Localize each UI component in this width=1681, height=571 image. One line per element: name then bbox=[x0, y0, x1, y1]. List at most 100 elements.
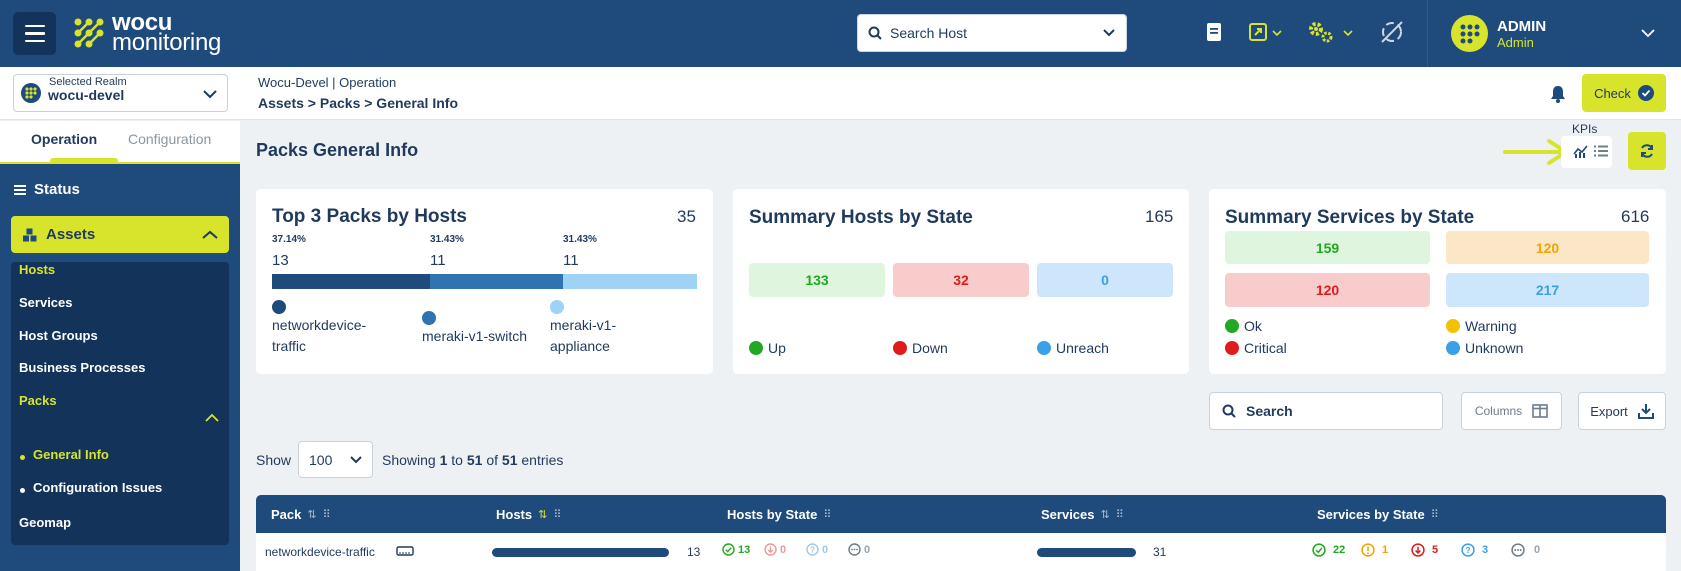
breadcrumb-context: Wocu-Devel | Operation bbox=[258, 75, 397, 90]
search-host-input[interactable]: Search Host bbox=[857, 14, 1127, 52]
column-header-pack[interactable]: Pack ⇅ ⠿ bbox=[271, 507, 331, 522]
check-label: Check bbox=[1594, 85, 1631, 101]
realm-value: wocu-devel bbox=[48, 87, 125, 103]
column-header-services-by-state[interactable]: Services by State ⠿ bbox=[1317, 507, 1439, 522]
drag-handle-icon: ⠿ bbox=[1430, 509, 1439, 521]
sidebar-item-geomap[interactable]: Geomap bbox=[19, 515, 71, 530]
realm-icon bbox=[21, 83, 41, 103]
app-logo[interactable]: wocu monitoring bbox=[72, 11, 221, 55]
gears-icon[interactable] bbox=[1307, 20, 1335, 44]
page-size-value: 100 bbox=[309, 451, 333, 468]
breadcrumb[interactable]: Assets > Packs > General Info bbox=[258, 95, 458, 111]
user-name: ADMIN bbox=[1497, 18, 1547, 35]
cubes-icon bbox=[23, 228, 37, 241]
sidebar-item-packs[interactable]: Packs bbox=[19, 393, 57, 408]
check-button[interactable]: Check bbox=[1582, 74, 1666, 112]
hosts-unreach-box[interactable]: 0 bbox=[1037, 263, 1173, 297]
pack-bar-segment bbox=[272, 274, 430, 289]
card-title: Top 3 Packs by Hosts bbox=[272, 206, 467, 227]
tab-operation[interactable]: Operation bbox=[31, 131, 97, 147]
context-bar bbox=[0, 67, 1681, 120]
chevron-down-icon[interactable] bbox=[1641, 28, 1655, 38]
services-bar bbox=[1037, 548, 1136, 557]
hosts-unreach-count[interactable]: ? 0 bbox=[806, 543, 828, 556]
hosts-pending-count[interactable]: 0 bbox=[848, 543, 870, 556]
sidebar-item-status[interactable]: Status bbox=[14, 181, 80, 198]
hosts-up-count[interactable]: 13 bbox=[722, 543, 750, 556]
pack-percent: 31.43% bbox=[563, 234, 597, 245]
menu-toggle-button[interactable] bbox=[13, 12, 56, 55]
sidebar-item-host-groups[interactable]: Host Groups bbox=[19, 328, 98, 343]
services-bar-track bbox=[1037, 548, 1136, 557]
services-warning-box[interactable]: 120 bbox=[1446, 231, 1649, 264]
sidebar-item-business-processes[interactable]: Business Processes bbox=[19, 360, 145, 375]
export-label: Export bbox=[1590, 403, 1628, 419]
disconnected-icon[interactable] bbox=[1378, 18, 1406, 46]
hosts-down-count[interactable]: 0 bbox=[764, 543, 786, 556]
pack-label[interactable]: networkdevice-traffic bbox=[272, 315, 366, 357]
drag-handle-icon: ⠿ bbox=[823, 509, 832, 521]
column-header-hosts-by-state[interactable]: Hosts by State ⠿ bbox=[727, 507, 831, 522]
pack-name-cell[interactable]: networkdevice-traffic bbox=[265, 545, 375, 559]
pending-circle-icon bbox=[848, 543, 861, 556]
chart-view-icon[interactable] bbox=[1573, 145, 1588, 158]
columns-button[interactable]: Columns bbox=[1461, 392, 1562, 430]
column-header-services[interactable]: Services ⇅ ⠿ bbox=[1041, 507, 1124, 522]
svg-text:?: ? bbox=[1465, 545, 1470, 555]
services-unknown-count[interactable]: ? 3 bbox=[1461, 543, 1488, 557]
table-header bbox=[256, 495, 1666, 533]
page-size-select[interactable]: 100 bbox=[298, 441, 373, 478]
table-row[interactable] bbox=[256, 533, 1666, 571]
packs-stacked-bar bbox=[272, 274, 697, 289]
wocu-avatar-icon bbox=[1460, 24, 1479, 43]
chevron-down-icon[interactable] bbox=[203, 89, 217, 99]
bell-icon[interactable] bbox=[1549, 84, 1567, 104]
columns-label: Columns bbox=[1474, 404, 1523, 418]
chevron-down-icon[interactable] bbox=[1343, 29, 1353, 37]
services-critical-box[interactable]: 120 bbox=[1225, 273, 1430, 307]
services-pending-count[interactable]: 0 bbox=[1511, 543, 1540, 557]
warning-circle-icon bbox=[1361, 543, 1375, 557]
services-ok-box[interactable]: 159 bbox=[1225, 231, 1430, 264]
hosts-down-box[interactable]: 32 bbox=[893, 263, 1029, 297]
book-icon[interactable] bbox=[1205, 22, 1223, 42]
pack-label[interactable]: meraki-v1- appliance bbox=[550, 315, 616, 357]
unknown-circle-icon: ? bbox=[1461, 543, 1475, 557]
sidebar-item-hosts[interactable]: Hosts bbox=[19, 262, 55, 277]
sidebar-item-label: Assets bbox=[46, 226, 96, 243]
sort-desc-icon: ⇅ bbox=[538, 509, 548, 521]
services-unknown-box[interactable]: 217 bbox=[1446, 273, 1649, 307]
export-button[interactable]: Export bbox=[1578, 392, 1666, 430]
chevron-down-icon bbox=[1103, 29, 1115, 37]
sort-icon: ⇅ bbox=[307, 509, 317, 521]
external-link-icon[interactable] bbox=[1248, 22, 1268, 42]
entries-info: Showing 1 to 51 of 51 entries bbox=[382, 452, 564, 468]
card-total: 165 bbox=[1145, 207, 1174, 226]
sidebar-item-assets[interactable]: Assets bbox=[11, 216, 229, 253]
sidebar-item-configuration-issues[interactable]: Configuration Issues bbox=[33, 480, 162, 495]
chevron-down-icon[interactable] bbox=[1272, 29, 1282, 37]
chevron-up-icon[interactable] bbox=[205, 413, 219, 422]
unknown-circle-icon: ? bbox=[806, 543, 819, 556]
pack-label[interactable]: meraki-v1-switch bbox=[422, 326, 527, 347]
user-role: Admin bbox=[1497, 35, 1534, 50]
hosts-up-box[interactable]: 133 bbox=[749, 263, 885, 297]
tab-configuration[interactable]: Configuration bbox=[128, 131, 211, 147]
pack-bar-segment bbox=[563, 274, 697, 289]
table-search-input[interactable]: Search bbox=[1209, 392, 1443, 430]
services-ok-count[interactable]: 22 bbox=[1312, 543, 1345, 557]
search-icon bbox=[868, 26, 882, 40]
check-circle-icon bbox=[1637, 85, 1654, 101]
drag-handle-icon: ⠿ bbox=[1115, 509, 1124, 521]
sidebar-item-services[interactable]: Services bbox=[19, 295, 73, 310]
services-warning-count[interactable]: 1 bbox=[1361, 543, 1388, 557]
column-header-hosts[interactable]: Hosts ⇅ ⠿ bbox=[496, 507, 561, 522]
avatar[interactable] bbox=[1451, 15, 1488, 52]
sidebar-item-general-info[interactable]: General Info bbox=[33, 447, 109, 462]
pack-percent: 31.43% bbox=[430, 234, 464, 245]
columns-icon bbox=[1532, 404, 1548, 418]
list-view-icon[interactable] bbox=[1594, 145, 1608, 157]
sidebar-item-label: Status bbox=[34, 181, 80, 198]
refresh-button[interactable] bbox=[1628, 132, 1666, 170]
services-critical-count[interactable]: 5 bbox=[1411, 543, 1438, 557]
